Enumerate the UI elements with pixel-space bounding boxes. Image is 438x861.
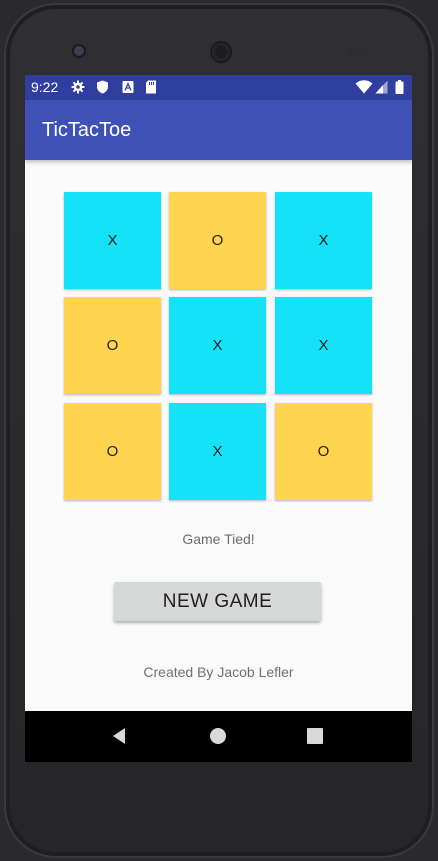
- board-cell-2[interactable]: O: [169, 192, 266, 289]
- app-bar: TicTacToe: [25, 100, 412, 160]
- recents-icon[interactable]: [303, 724, 327, 748]
- back-icon[interactable]: [108, 724, 132, 748]
- status-bar: 9:22: [25, 75, 412, 100]
- board-cell-9[interactable]: O: [275, 403, 372, 500]
- sd-card-icon: [146, 80, 156, 94]
- game-status-text: Game Tied!: [182, 531, 255, 547]
- board-cell-4[interactable]: O: [64, 297, 161, 394]
- new-game-button[interactable]: NEW GAME: [114, 582, 321, 621]
- cell-signal-icon: [375, 80, 388, 94]
- a-box-icon: [122, 81, 134, 93]
- board-cell-7[interactable]: O: [64, 403, 161, 500]
- status-time: 9:22: [31, 79, 59, 95]
- wifi-icon: [355, 80, 373, 94]
- board-cell-5[interactable]: X: [169, 297, 266, 394]
- home-icon[interactable]: [206, 724, 230, 748]
- earpiece-speaker: [210, 41, 232, 63]
- gear-icon: [71, 80, 85, 94]
- game-board: X O X O X X O X O: [64, 192, 372, 500]
- battery-icon: [395, 80, 404, 94]
- credit-text: Created By Jacob Lefler: [143, 664, 294, 680]
- board-cell-3[interactable]: X: [275, 192, 372, 289]
- board-cell-6[interactable]: X: [275, 297, 372, 394]
- proximity-sensor: [348, 47, 354, 53]
- device-screen: 9:22 TicTacToe X O X O X X O X O Game Ti…: [25, 75, 412, 762]
- navigation-bar: [25, 711, 412, 762]
- board-cell-1[interactable]: X: [64, 192, 161, 289]
- light-sensor: [362, 47, 368, 53]
- app-title: TicTacToe: [42, 119, 132, 141]
- shield-icon: [97, 80, 108, 94]
- front-camera: [74, 46, 84, 56]
- board-cell-8[interactable]: X: [169, 403, 266, 500]
